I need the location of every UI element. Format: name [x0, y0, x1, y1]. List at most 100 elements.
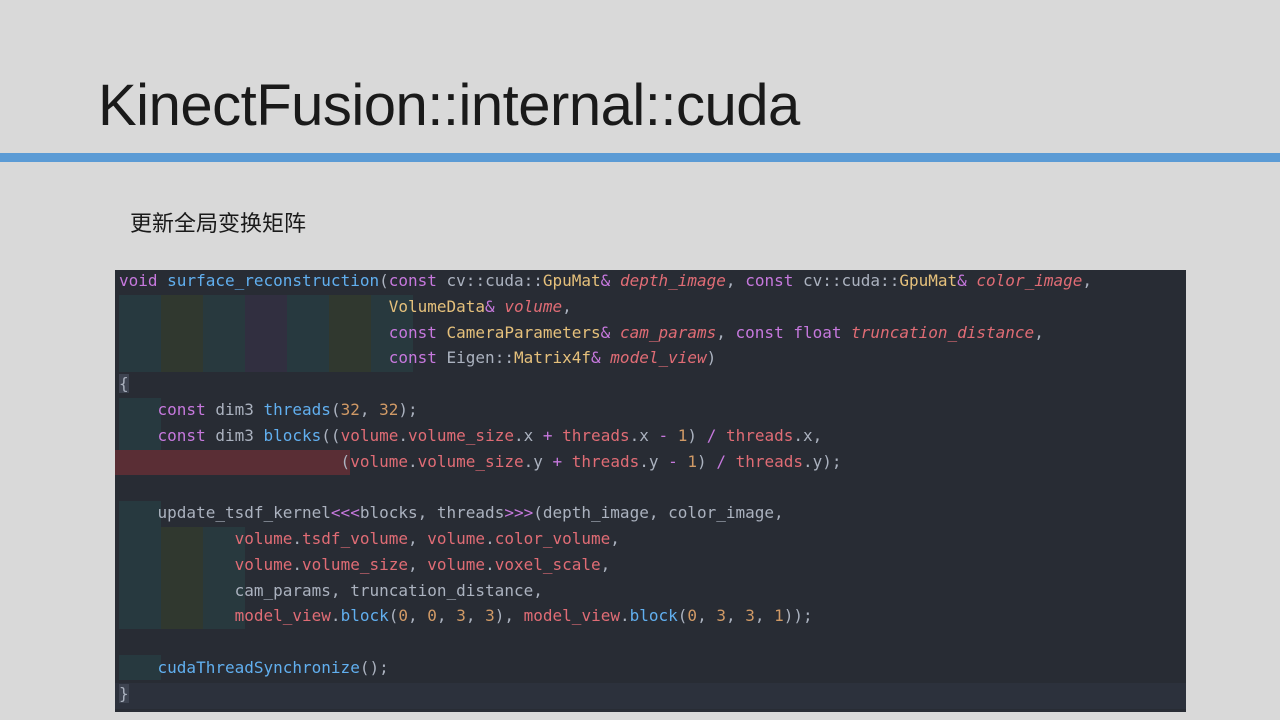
code-token: & [485, 296, 495, 316]
code-token: volume [340, 425, 399, 445]
code-token: VolumeData [388, 296, 486, 316]
code-token: color_volume [494, 529, 611, 548]
code-token: model_view [610, 348, 707, 368]
code-token: volume [234, 529, 293, 548]
code-token: cam_params [619, 322, 717, 342]
code-token: . [292, 529, 303, 548]
code-token: >>> [504, 503, 534, 523]
code-token: , [408, 606, 428, 626]
code-token: threads [571, 451, 640, 471]
code-token: cv::cuda:: [793, 271, 900, 290]
code-token: blocks, threads [359, 503, 505, 523]
code-line: model_view.block(0, 0, 3, 3), model_view… [119, 605, 813, 630]
code-line: const Eigen::Matrix4f& model_view) [119, 347, 717, 372]
code-token: ) [697, 451, 717, 471]
code-block: void surface_reconstruction( const cv::cu… [115, 270, 1186, 712]
code-token: blocks [263, 425, 322, 445]
code-token: model_view [523, 606, 620, 626]
code-token: , [408, 554, 428, 574]
code-token: . [485, 554, 495, 574]
code-token: threads [263, 400, 331, 419]
code-token: .y [639, 451, 669, 471]
code-line: cudaThreadSynchronize(); [119, 657, 389, 682]
code-token: , [610, 529, 620, 548]
code-token: ( [330, 400, 341, 419]
code-line: const dim3 threads(32, 32); [119, 399, 418, 424]
code-token: update_tsdf_kernel [119, 503, 331, 523]
code-token: .x [513, 425, 543, 445]
title-divider [0, 153, 1280, 162]
code-line: const dim3 blocks((volume.volume_size.x … [119, 425, 823, 450]
code-token: .x [629, 425, 659, 445]
code-token: { [119, 374, 129, 394]
code-token: surface_reconstruction [167, 271, 380, 290]
code-token: . [407, 451, 418, 471]
slide-subtitle: 更新全局变换矩阵 [130, 212, 307, 237]
code-line: const CameraParameters& cam_params, cons… [119, 322, 1044, 347]
code-token: model_view [234, 606, 331, 626]
code-token: 32 [340, 400, 360, 419]
code-token: depth_image [619, 271, 726, 290]
code-token: ( [388, 606, 399, 626]
code-line: } [119, 683, 129, 708]
code-token: 32 [379, 400, 399, 419]
code-token: color_image [976, 271, 1083, 290]
code-token: ( [677, 606, 688, 626]
code-token: threads [725, 425, 794, 445]
code-token: volume [234, 554, 293, 574]
code-token: volume_size [417, 451, 524, 471]
code-token: - [658, 425, 669, 445]
code-line: update_tsdf_kernel<<<blocks, threads>>>(… [119, 502, 784, 527]
code-token: , [562, 296, 572, 316]
code-token: } [119, 683, 129, 703]
code-token: CameraParameters [446, 322, 601, 342]
code-token: . [292, 554, 303, 574]
code-token: Eigen:: [436, 348, 514, 368]
code-token: cv::cuda:: [436, 271, 543, 290]
code-token: , [359, 400, 380, 419]
code-token: , [600, 554, 611, 574]
code-token: volume [427, 529, 486, 548]
code-token: . [485, 529, 495, 548]
slide-title: KinectFusion::internal::cuda [98, 73, 800, 138]
code-token: & [957, 271, 967, 290]
code-token: threads [735, 451, 804, 471]
code-token: ), [494, 606, 524, 626]
code-token: .x, [793, 425, 823, 445]
code-token: 0 [398, 606, 409, 626]
code-token: , [465, 606, 486, 626]
code-token: 3 [716, 606, 726, 626]
code-token: const [388, 271, 437, 290]
code-token: .y); [803, 451, 842, 471]
code-token: . [398, 425, 408, 445]
code-token: , [697, 606, 717, 626]
code-token: Matrix4f [513, 348, 592, 368]
code-token: ( [119, 451, 351, 471]
code-token: & [600, 322, 611, 342]
code-line: { [119, 373, 129, 398]
code-token: volume_size [302, 554, 408, 574]
code-token: , [754, 606, 775, 626]
code-token: & [600, 271, 611, 290]
code-token: void [119, 271, 158, 290]
code-line: void surface_reconstruction(const cv::cu… [119, 270, 1092, 295]
code-token: / [706, 425, 717, 445]
code-token: 1 [774, 606, 784, 626]
code-line: VolumeData& volume, [119, 296, 572, 321]
code-line: cam_params, truncation_distance, [119, 580, 543, 605]
code-token: volume [504, 296, 563, 316]
code-token: 1 [687, 451, 698, 471]
